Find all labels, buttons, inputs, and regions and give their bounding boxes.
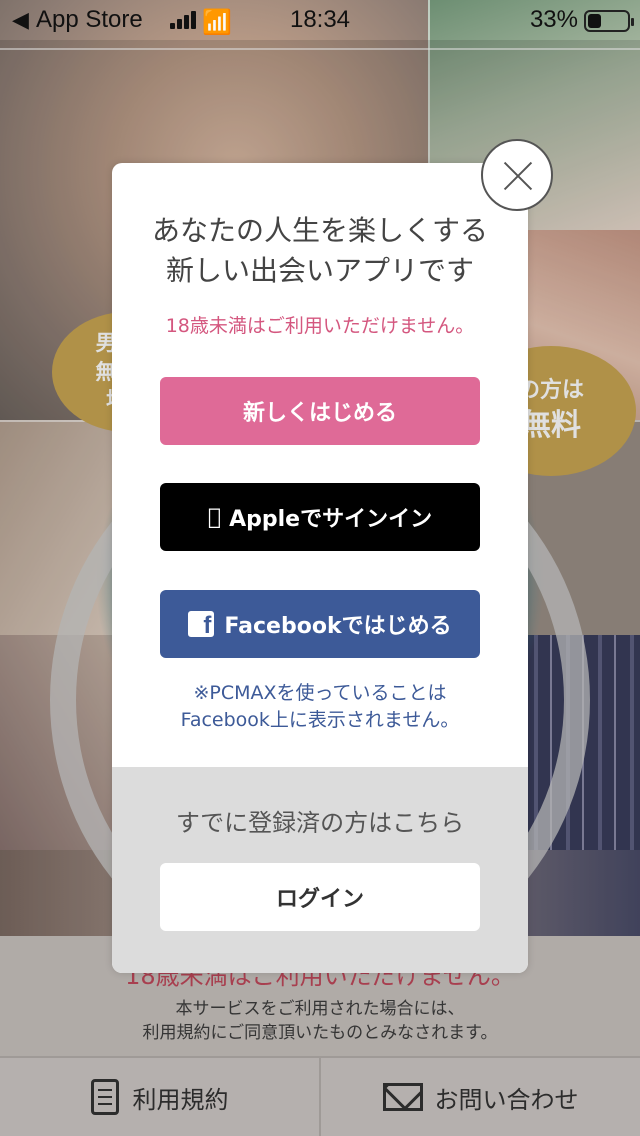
facebook-button[interactable]: f Facebookではじめる [160, 590, 480, 658]
age-notice: 18歳未満はご利用いただけません。 [165, 315, 475, 337]
facebook-note-line: Facebook上に表示されません。 [180, 709, 460, 731]
facebook-note: ※PCMAXを使っていることは Facebook上に表示されません。 [112, 680, 528, 734]
already-registered-text: すでに登録済の方はこちら [175, 809, 465, 837]
sign-in-with-apple-button[interactable]:  Appleでサインイン [160, 483, 480, 551]
battery-icon [584, 10, 634, 32]
login-section: すでに登録済の方はこちら ログイン [112, 767, 528, 973]
start-new-label: 新しくはじめる [242, 401, 397, 426]
login-label: ログイン [275, 887, 364, 912]
battery-percent: 33% [529, 6, 578, 33]
sign-in-with-apple-label: Appleでサインイン [222, 507, 432, 532]
login-button[interactable]: ログイン [160, 863, 480, 931]
facebook-logo-icon: f [188, 611, 215, 637]
status-bar: ◀ App Store 📶 18:34 33% [0, 0, 640, 40]
headline-line: 新しい出会いアプリです [165, 254, 474, 287]
modal-headline: あなたの人生を楽しくする 新しい出会いアプリです [112, 211, 528, 291]
signup-modal: あなたの人生を楽しくする 新しい出会いアプリです 18歳未満はご利用いただけませ… [112, 163, 528, 973]
apple-logo-icon:  [208, 505, 221, 530]
facebook-button-label: Facebookではじめる [224, 614, 452, 639]
facebook-note-line: ※PCMAXを使っていることは [193, 682, 447, 704]
battery-fill [588, 14, 601, 28]
headline-line: あなたの人生を楽しくする [151, 214, 488, 247]
close-icon[interactable] [481, 139, 553, 211]
start-new-button[interactable]: 新しくはじめる [160, 377, 480, 445]
